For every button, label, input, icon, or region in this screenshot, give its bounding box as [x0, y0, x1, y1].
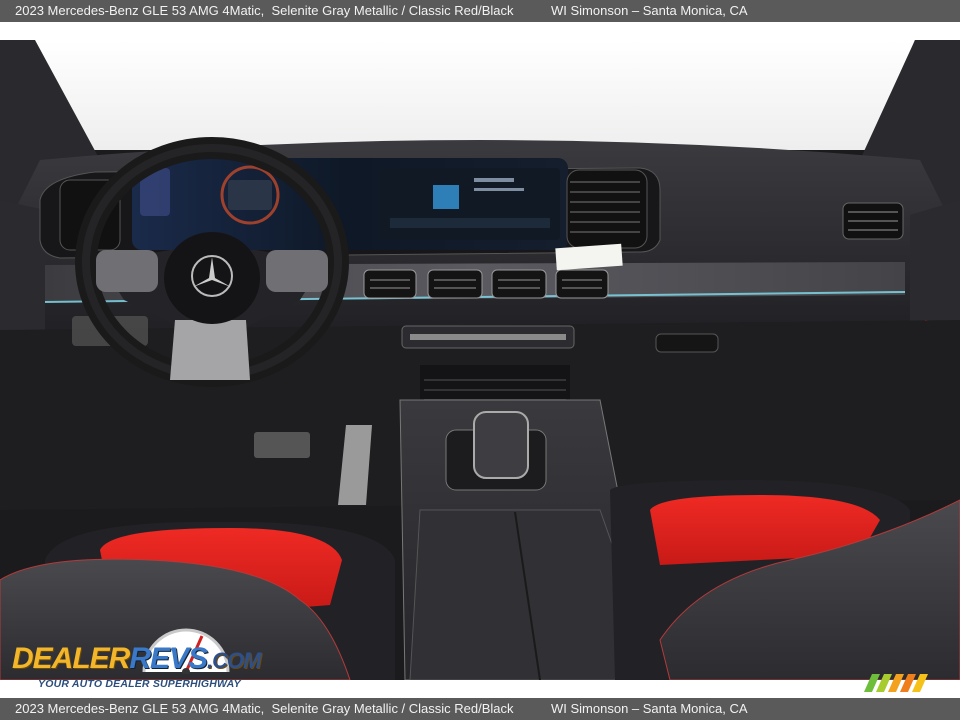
dealer-name: WI Simonson – Santa Monica, CA: [551, 3, 748, 18]
dealerrevs-watermark: DEALERREVS.COM YOUR AUTO DEALER SUPERHIG…: [12, 622, 272, 694]
logo-tagline: YOUR AUTO DEALER SUPERHIGHWAY: [38, 678, 241, 690]
caption-bar-top: 2023 Mercedes-Benz GLE 53 AMG 4Matic, Se…: [0, 0, 960, 22]
glovebox-handle: [655, 333, 719, 353]
passenger-seat: [610, 480, 960, 680]
windshield: [30, 40, 915, 150]
vehicle-title-footer: 2023 Mercedes-Benz GLE 53 AMG 4Matic, Se…: [15, 701, 514, 716]
interior-photo: [0, 40, 960, 680]
vehicle-title: 2023 Mercedes-Benz GLE 53 AMG 4Matic, Se…: [15, 3, 514, 18]
steering-right-controls: [266, 250, 328, 292]
touchpad: [473, 411, 529, 479]
logo-word-com: .COM: [207, 648, 261, 673]
logo-word-dealer: DEALER: [12, 642, 130, 675]
steering-left-controls: [96, 250, 158, 292]
window-sticker: [555, 243, 623, 271]
dealerrevs-logo: DEALERREVS.COM: [12, 642, 262, 676]
caption-bar-bottom: 2023 Mercedes-Benz GLE 53 AMG 4Matic, Se…: [0, 698, 960, 720]
brake-pedal: [254, 432, 310, 458]
dealer-name-footer: WI Simonson – Santa Monica, CA: [551, 701, 748, 716]
logo-word-revs: REVS: [129, 642, 208, 675]
brand-stripes-icon: [864, 674, 928, 692]
